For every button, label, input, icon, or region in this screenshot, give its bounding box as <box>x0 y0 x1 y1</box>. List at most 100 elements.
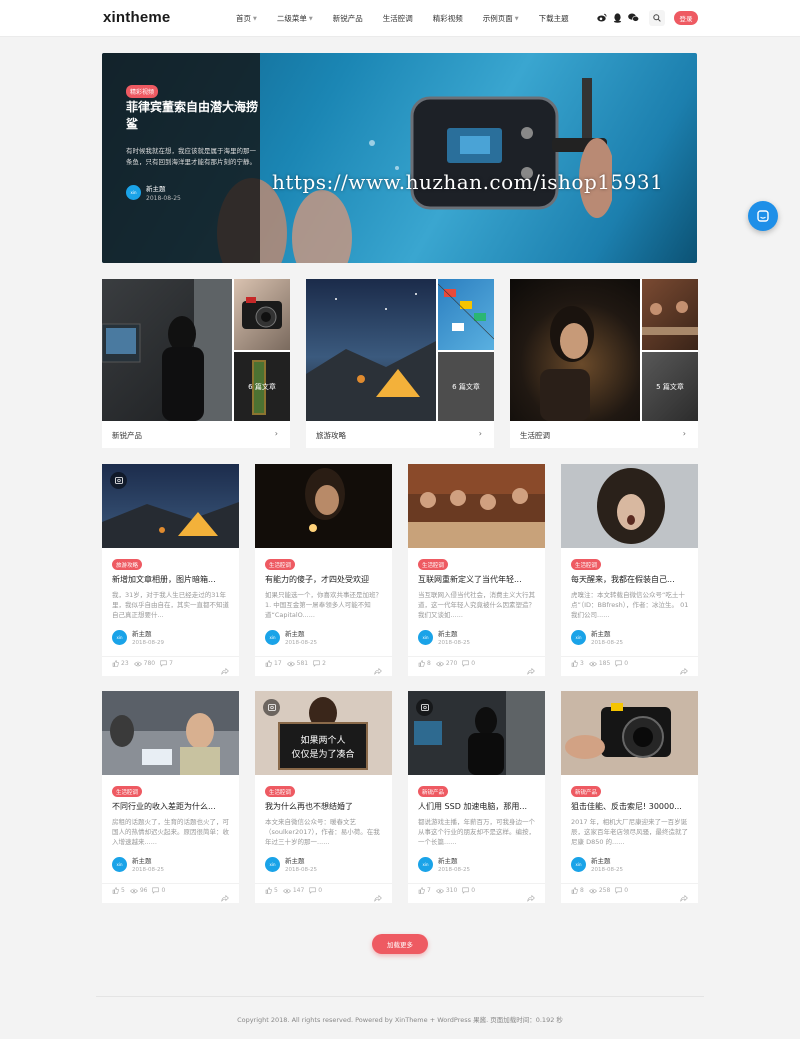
thumbs-up-icon <box>265 887 272 894</box>
post-category-badge[interactable]: 生活腔调 <box>418 559 449 570</box>
author-name[interactable]: 新主题 <box>591 628 623 638</box>
like-stat[interactable]: 17 <box>265 660 282 667</box>
author-name[interactable]: 新主题 <box>132 628 164 638</box>
avatar[interactable]: xin <box>418 629 433 645</box>
post-category-badge[interactable]: 新锐产品 <box>571 786 602 797</box>
hero-title[interactable]: 菲律宾董索自由潜大海捞鲨 <box>126 99 266 133</box>
comment-stat[interactable]: 2 <box>313 660 326 667</box>
post-card[interactable]: 生活腔调 每天醒来，我都在假装自己... 虎嗅注：本文转载自微信公众号“吃土十点”（… <box>561 464 698 676</box>
category-card-travel[interactable]: 6 篇文章 旅游攻略 › <box>306 279 495 448</box>
like-stat[interactable]: 8 <box>571 887 584 894</box>
post-title[interactable]: 互联网重新定义了当代年轻... <box>418 574 536 585</box>
share-icon[interactable] <box>527 887 535 906</box>
avatar[interactable]: xin <box>265 629 280 645</box>
comment-stat[interactable]: 7 <box>160 660 173 667</box>
like-stat[interactable]: 8 <box>418 660 431 667</box>
share-icon[interactable] <box>374 887 382 906</box>
like-stat[interactable]: 5 <box>265 887 278 894</box>
post-card[interactable]: 新锐产品 狙击佳能、反击索尼! 30000... 2017 年，相机大厂尼康迎来了一… <box>561 691 698 903</box>
wechat-icon[interactable] <box>628 12 639 23</box>
comment-stat[interactable]: 0 <box>462 887 475 894</box>
author-name[interactable]: 新主题 <box>438 628 470 638</box>
like-stat[interactable]: 7 <box>418 887 431 894</box>
post-category-badge[interactable]: 生活腔调 <box>265 559 296 570</box>
card-divider <box>255 656 392 657</box>
post-title[interactable]: 每天醒来，我都在假装自己... <box>571 574 689 585</box>
post-category-badge[interactable]: 旅游攻略 <box>112 559 143 570</box>
featured-post-slide[interactable]: 精彩视频 菲律宾董索自由潜大海捞鲨 有时候我就在想，我应该就是属于海里的那一条鱼… <box>102 53 697 263</box>
site-logo[interactable]: xintheme <box>103 9 170 26</box>
post-title[interactable]: 我为什么再也不想结婚了 <box>265 801 383 812</box>
like-stat[interactable]: 3 <box>571 660 584 667</box>
author-name[interactable]: 新主题 <box>132 855 164 865</box>
post-category-badge[interactable]: 生活腔调 <box>571 559 602 570</box>
share-icon[interactable] <box>527 660 535 679</box>
author-name[interactable]: 新主题 <box>591 855 623 865</box>
post-title[interactable]: 狙击佳能、反击索尼! 30000... <box>571 801 689 812</box>
post-card[interactable]: 生活腔调 有能力的傻子，才四处受欢迎 如果只能选一个，你喜欢共事还是加班？ 1. 中… <box>255 464 392 676</box>
avatar[interactable]: xin <box>112 629 127 645</box>
hero-category-badge[interactable]: 精彩视频 <box>126 85 159 98</box>
avatar[interactable]: xin <box>126 185 141 200</box>
nav-item-videos[interactable]: 精彩视频 <box>433 13 463 24</box>
author-meta: 新主题 2018-08-29 <box>132 628 164 646</box>
post-category-badge[interactable]: 生活腔调 <box>265 786 296 797</box>
like-stat[interactable]: 5 <box>112 887 125 894</box>
post-category-badge[interactable]: 新锐产品 <box>418 786 449 797</box>
login-button[interactable]: 登录 <box>674 11 698 25</box>
author-name[interactable]: 新主题 <box>285 855 317 865</box>
post-title[interactable]: 有能力的傻子，才四处受欢迎 <box>265 574 383 585</box>
post-card[interactable]: 新锐产品人们用 SSD 加速电脑，那用... 都说游戏主播，年薪百万，可我身边一个… <box>408 691 545 903</box>
avatar[interactable]: xin <box>571 856 586 872</box>
post-thumbnail[interactable] <box>561 691 698 775</box>
author-name[interactable]: 新主题 <box>146 183 181 193</box>
avatar[interactable]: xin <box>571 629 586 645</box>
comment-stat[interactable]: 0 <box>152 887 165 894</box>
post-thumbnail[interactable] <box>408 691 545 775</box>
post-card[interactable]: 生活腔调 互联网重新定义了当代年轻... 当互联网入侵当代社会，消费主义大行其道，这… <box>408 464 545 676</box>
post-card[interactable]: 旅游攻略 新增加文章相册，图片暗箱... 我，31岁，对于我人生已经走过的31年里，… <box>102 464 239 676</box>
post-title[interactable]: 人们用 SSD 加速电脑，那用... <box>418 801 536 812</box>
comment-stat[interactable]: 0 <box>615 887 628 894</box>
share-icon[interactable] <box>221 887 229 906</box>
post-category-badge[interactable]: 生活腔调 <box>112 786 143 797</box>
share-icon[interactable] <box>221 660 229 679</box>
post-card[interactable]: 如果两个人 仅仅是为了凑合 生活腔调 我为什么再也不想结婚了 本文来自微信公众号：暖春文… <box>255 691 392 903</box>
comment-stat[interactable]: 0 <box>462 660 475 667</box>
avatar[interactable]: xin <box>418 856 433 872</box>
author-name[interactable]: 新主题 <box>285 628 317 638</box>
load-more-button[interactable]: 加载更多 <box>372 934 428 954</box>
post-thumbnail[interactable] <box>408 464 545 548</box>
author-name[interactable]: 新主题 <box>438 855 470 865</box>
avatar[interactable]: xin <box>265 856 280 872</box>
nav-item-download[interactable]: 下载主题 <box>539 13 569 24</box>
category-card-products[interactable]: 6 篇文章 新锐产品 › <box>101 279 290 448</box>
post-thumbnail[interactable]: 如果两个人 仅仅是为了凑合 <box>255 691 392 775</box>
nav-item-home[interactable]: 首页 ▼ <box>236 13 257 24</box>
nav-item-lifestyle[interactable]: 生活腔调 <box>383 13 413 24</box>
share-icon[interactable] <box>374 660 382 679</box>
post-excerpt: 都说游戏主播，年薪百万，可我身边一个从事这个行业的朋友却不是这样。编按，一个长篇… <box>418 818 535 846</box>
post-card[interactable]: 生活腔调 不同行业的收入差距为什么... 房租的话题火了，生育的话题也火了，可国人的… <box>102 691 239 903</box>
chat-widget-button[interactable] <box>748 201 778 231</box>
weibo-icon[interactable] <box>596 12 607 23</box>
post-title[interactable]: 新增加文章相册，图片暗箱... <box>112 574 230 585</box>
comment-stat[interactable]: 0 <box>615 660 628 667</box>
nav-item-products[interactable]: 新锐产品 <box>333 13 363 24</box>
comment-icon <box>462 887 469 894</box>
share-icon[interactable] <box>680 887 688 906</box>
comment-stat[interactable]: 0 <box>309 887 322 894</box>
post-thumbnail[interactable] <box>102 691 239 775</box>
post-title[interactable]: 不同行业的收入差距为什么... <box>112 801 230 812</box>
post-thumbnail[interactable] <box>561 464 698 548</box>
post-thumbnail[interactable] <box>102 464 239 548</box>
like-stat[interactable]: 23 <box>112 660 129 667</box>
post-thumbnail[interactable] <box>255 464 392 548</box>
avatar[interactable]: xin <box>112 856 127 872</box>
qq-icon[interactable] <box>612 12 623 23</box>
category-card-lifestyle[interactable]: 5 篇文章 生活腔调 › <box>510 279 698 448</box>
nav-item-submenu[interactable]: 二级菜单 ▼ <box>277 13 313 24</box>
search-button[interactable] <box>649 10 665 26</box>
nav-item-sample-pages[interactable]: 示例页面 ▼ <box>483 13 519 24</box>
share-icon[interactable] <box>680 660 688 679</box>
